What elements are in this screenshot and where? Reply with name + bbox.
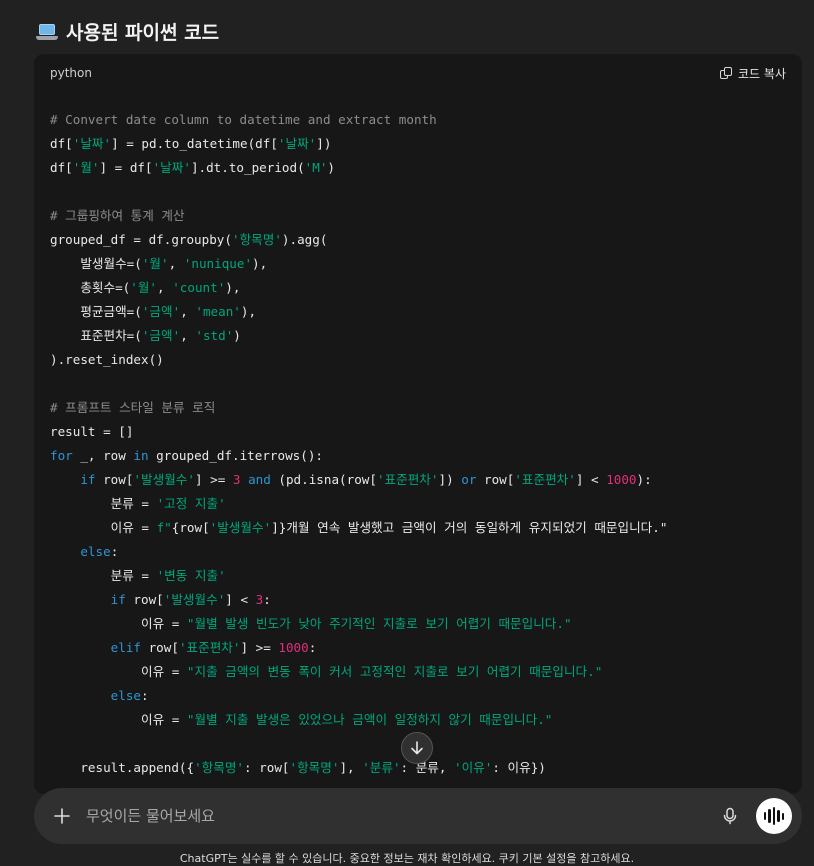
copy-code-button[interactable]: 코드 복사: [720, 65, 786, 82]
copy-code-label: 코드 복사: [738, 66, 786, 81]
laptop-icon: [36, 23, 58, 40]
disclaimer: ChatGPT는 실수를 할 수 있습니다. 중요한 정보는 재차 확인하세요.…: [179, 852, 635, 865]
voice-mode-button[interactable]: [756, 798, 792, 834]
plus-icon: [54, 808, 70, 824]
prompt-input[interactable]: [82, 806, 712, 826]
microphone-icon: [723, 807, 737, 825]
code-comment: # 그룹핑하여 통계 계산: [50, 208, 185, 223]
code-content: # Convert date column to datetime and ex…: [34, 92, 802, 780]
code-language-label: python: [50, 66, 92, 80]
dictate-button[interactable]: [712, 798, 748, 834]
section-heading: 사용된 파이썬 코드: [36, 18, 219, 45]
scroll-down-button[interactable]: [401, 732, 433, 764]
section-title: 사용된 파이썬 코드: [66, 22, 220, 44]
code-comment: # 프롬프트 스타일 분류 로직: [50, 400, 216, 415]
code-comment: # Convert date column to datetime and ex…: [50, 112, 437, 127]
arrow-down-icon: [411, 741, 423, 755]
composer: [34, 788, 802, 844]
attach-button[interactable]: [42, 796, 82, 836]
code-header: python 코드 복사: [34, 54, 802, 92]
copy-icon: [720, 66, 733, 80]
code-block: python 코드 복사 # Convert date column to da…: [34, 54, 802, 794]
code-text: # Convert date column to datetime and ex…: [50, 112, 668, 775]
voice-mode-icon: [763, 812, 767, 820]
